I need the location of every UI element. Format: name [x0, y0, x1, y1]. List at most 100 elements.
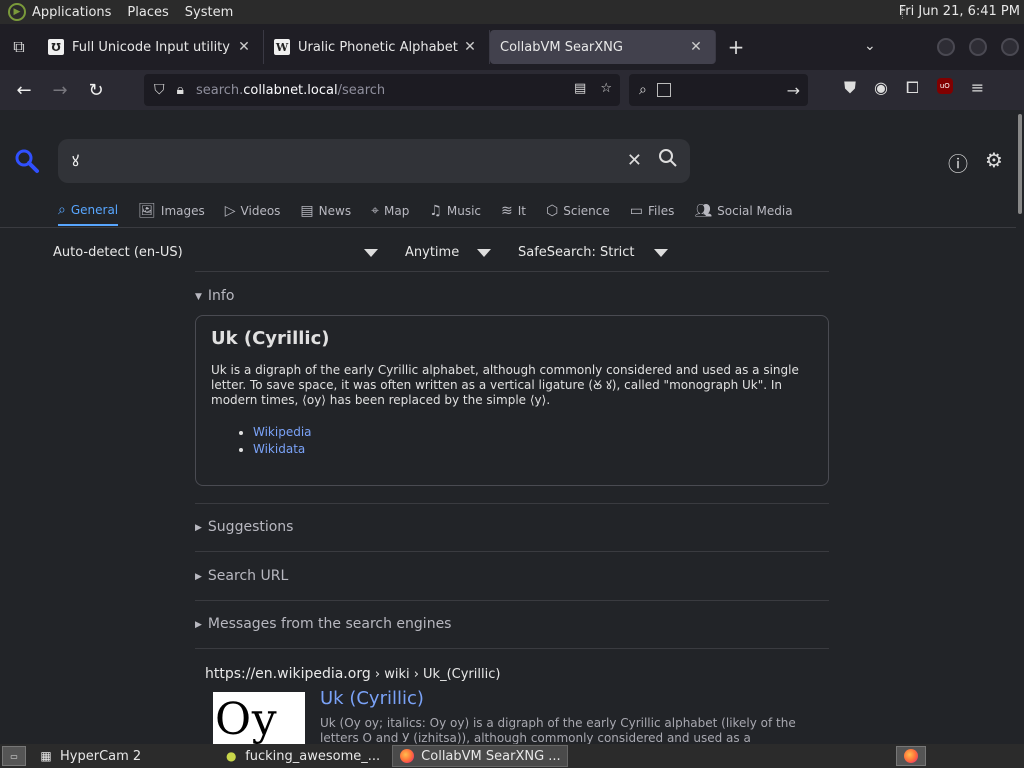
list-all-tabs-button[interactable]: ⌄: [864, 38, 876, 54]
category-label: Science: [563, 204, 610, 218]
suggestions-toggle[interactable]: ▶ Suggestions: [195, 519, 293, 535]
category-music[interactable]: ♫ Music: [429, 198, 481, 226]
close-window-button[interactable]: [1001, 38, 1019, 56]
category-images[interactable]: 🖼︎ Images: [138, 198, 205, 226]
category-it[interactable]: ≋ It: [501, 198, 526, 226]
reader-view-icon[interactable]: ▤: [574, 81, 586, 96]
category-science[interactable]: ⬡ Science: [546, 198, 610, 226]
tab-title: Full Unicode Input utility: [72, 39, 230, 55]
maximize-button[interactable]: [969, 38, 987, 56]
safesearch-select[interactable]: SafeSearch: Strict: [518, 245, 635, 260]
list-item: Wikidata: [253, 441, 813, 458]
navigation-toolbar: ← → ↻ ⛉ 🔒︎ search. collabnet.local/search…: [0, 70, 1024, 110]
forward-button[interactable]: →: [42, 74, 78, 106]
category-general[interactable]: ⌕ General: [58, 198, 119, 226]
searxng-logo-icon[interactable]: [14, 148, 40, 180]
firefox-icon: [399, 748, 415, 764]
query-text: ꙋ: [72, 152, 80, 170]
chevron-down-icon[interactable]: [654, 249, 668, 257]
shield-icon[interactable]: ⛉: [154, 82, 165, 98]
search-url-toggle[interactable]: ▶ Search URL: [195, 568, 288, 584]
ublock-origin-icon[interactable]: uO: [936, 78, 953, 94]
search-icon: ⌕: [639, 82, 647, 98]
tab-strip: ⧉ Ʊ Full Unicode Input utility ✕ W Urali…: [0, 24, 1024, 70]
close-tab-icon[interactable]: ✕: [687, 39, 705, 55]
search-submit-icon[interactable]: [658, 148, 678, 173]
back-button[interactable]: ←: [6, 74, 42, 106]
category-label: News: [318, 204, 352, 218]
info-toggle[interactable]: ▼ Info: [195, 288, 234, 304]
close-tab-icon[interactable]: ✕: [235, 39, 253, 55]
places-menu[interactable]: Places: [127, 5, 168, 20]
distro-logo-icon[interactable]: ▶: [8, 3, 26, 21]
taskbar-item-label: CollabVM SearXNG ...: [421, 748, 561, 764]
scrollbar[interactable]: [1018, 114, 1022, 214]
close-tab-icon[interactable]: ✕: [461, 39, 479, 55]
wikidata-link[interactable]: Wikidata: [253, 442, 305, 456]
bottom-taskbar: ▭ ▦ HyperCam 2 ● fucking_awesome_... Col…: [0, 744, 1024, 768]
new-tab-button[interactable]: +: [716, 35, 756, 59]
result-url[interactable]: https://en.wikipedia.org › wiki › Uk_(Cy…: [205, 666, 500, 682]
section-label: Messages from the search engines: [207, 616, 452, 632]
result-url-host: https://en.wikipedia.org: [205, 666, 371, 682]
language-select[interactable]: Auto-detect (en-US): [53, 245, 183, 260]
section-label: Search URL: [207, 568, 289, 584]
firefox-view-button[interactable]: ⧉: [0, 24, 38, 70]
result-title-link[interactable]: Uk (Cyrillic): [320, 688, 424, 709]
unicode-favicon-icon: Ʊ: [48, 39, 64, 55]
lock-icon[interactable]: 🔒︎: [177, 82, 184, 98]
category-news[interactable]: ▤ News: [300, 198, 351, 226]
chevron-down-icon[interactable]: [364, 249, 378, 257]
extensions-icon[interactable]: ⧠: [906, 78, 919, 98]
category-divider: [0, 227, 1016, 228]
panel-clock[interactable]: Fri Jun 21, 6:41 PM: [899, 4, 1020, 19]
category-videos[interactable]: ▷ Videos: [225, 198, 281, 226]
result-url-path: › wiki › Uk_(Cyrillic): [370, 667, 501, 682]
map-pin-icon: ⌖: [371, 203, 379, 219]
toolbar-icons: ⛊ ◉ ⧠ uO ≡: [844, 78, 984, 98]
hamburger-menu-icon[interactable]: ≡: [971, 78, 984, 98]
engine-messages-toggle[interactable]: ▶ Messages from the search engines: [195, 616, 451, 632]
pocket-icon[interactable]: ⛊: [844, 78, 856, 98]
tab-uralic-phonetic[interactable]: W Uralic Phonetic Alphabet - W ✕: [264, 30, 490, 64]
search-query-input[interactable]: ꙋ ✕: [58, 139, 690, 183]
time-range-select[interactable]: Anytime: [405, 245, 459, 260]
tray-firefox-icon[interactable]: [896, 746, 926, 766]
applications-menu[interactable]: Applications: [32, 5, 111, 20]
taskbar-item-file[interactable]: ● fucking_awesome_...: [217, 745, 386, 767]
search-engine-icon[interactable]: [656, 83, 671, 97]
show-desktop-button[interactable]: ▭: [2, 746, 26, 766]
arrow-right-icon: →: [52, 79, 68, 101]
web-search-field[interactable]: ⌕ →: [629, 74, 808, 106]
taskbar-item-label: HyperCam 2: [60, 748, 142, 764]
clear-search-icon[interactable]: ✕: [627, 150, 642, 171]
bookmark-star-icon[interactable]: ☆: [600, 81, 612, 96]
wikipedia-favicon-icon: W: [274, 39, 290, 55]
category-files[interactable]: ▭ Files: [630, 198, 675, 226]
category-tabs: ⌕ General 🖼︎ Images ▷ Videos ▤ News ⌖ Map ♫ Mu…: [58, 198, 813, 226]
system-menu[interactable]: System: [185, 5, 233, 20]
wikipedia-link[interactable]: Wikipedia: [253, 425, 312, 439]
triangle-right-icon: ▶: [195, 523, 202, 533]
category-map[interactable]: ⌖ Map: [371, 198, 409, 226]
infobox-text: Uk is a digraph of the early Cyrillic al…: [211, 363, 799, 407]
preferences-gear-icon[interactable]: ⚙: [985, 148, 1003, 172]
tab-unicode-input[interactable]: Ʊ Full Unicode Input utility ✕: [38, 30, 264, 64]
result-thumbnail[interactable]: Оу оу: [213, 692, 305, 744]
panel-menu: ▶ Applications Places System: [8, 3, 233, 21]
account-icon[interactable]: ◉: [874, 78, 888, 98]
taskbar-item-firefox[interactable]: CollabVM SearXNG ...: [392, 745, 568, 767]
arrow-right-icon[interactable]: →: [787, 81, 800, 100]
tab-collabvm-searxng[interactable]: CollabVM SearXNG ✕: [490, 30, 716, 64]
about-info-icon[interactable]: ⓘ: [948, 148, 968, 177]
chevron-down-icon[interactable]: [477, 249, 491, 257]
minimize-button[interactable]: [937, 38, 955, 56]
url-bar[interactable]: ⛉ 🔒︎ search. collabnet.local/search ▤ ☆: [144, 74, 620, 106]
category-social-media[interactable]: 👥︎ Social Media: [694, 198, 792, 226]
thumbnail-text: Оу оу: [215, 694, 277, 744]
reload-button[interactable]: ↻: [78, 74, 114, 106]
taskbar-item-hypercam[interactable]: ▦ HyperCam 2: [32, 745, 147, 767]
infobox-title: Uk (Cyrillic): [211, 328, 330, 349]
infobox-links: Wikipedia Wikidata: [253, 424, 813, 458]
page-content: ꙋ ✕ ⓘ ⚙ ⌕ General 🖼︎ Images ▷ Videos ▤ News …: [0, 110, 1024, 744]
